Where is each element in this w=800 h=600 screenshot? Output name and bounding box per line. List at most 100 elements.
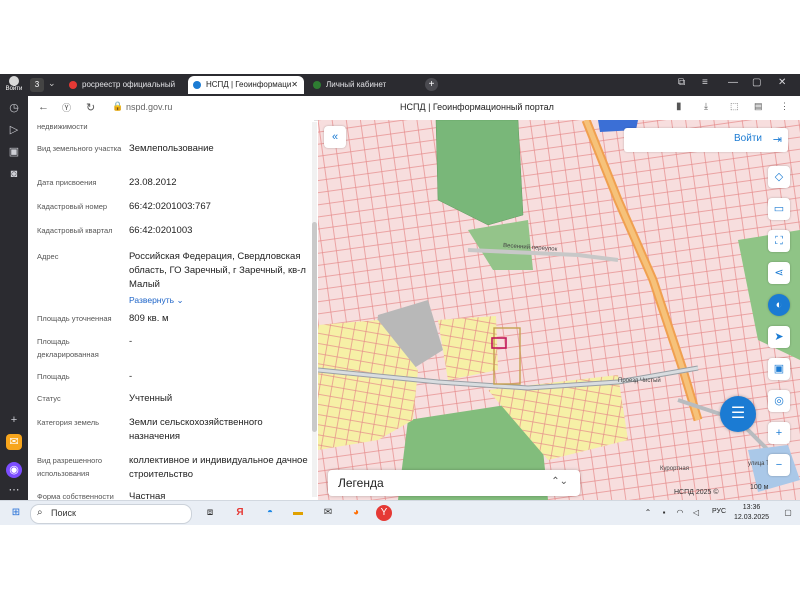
field-label: Кадастровый номер xyxy=(37,202,108,211)
expand-link-label: Развернуть xyxy=(129,295,175,305)
chevron-down-icon[interactable]: ⌄ xyxy=(48,78,56,89)
field-label: Категория земель xyxy=(37,418,100,427)
tab-title: росреестр официальный xyxy=(82,80,176,89)
maximize-icon[interactable]: ▢ xyxy=(752,77,761,88)
address-bar: ← Ⓨ ↻ 🔒 nspd.gov.ru НСПД | Геоинформацио… xyxy=(28,96,800,121)
field-label: Площадь декларированная xyxy=(37,337,99,359)
menu-icon[interactable]: ≡ xyxy=(702,77,708,88)
collections-icon[interactable]: ▣ xyxy=(6,144,22,160)
sidebar-login-label: Войти xyxy=(5,86,23,92)
field-value: - xyxy=(129,336,133,347)
mail-icon[interactable]: ✉ xyxy=(6,434,22,450)
language-indicator[interactable]: РУС xyxy=(712,508,726,515)
alice-icon[interactable]: ◉ xyxy=(6,462,22,478)
field-value: 23.08.2012 xyxy=(129,177,177,188)
ruler-icon[interactable]: ▭ xyxy=(768,198,790,220)
yandex-app-icon[interactable]: Я xyxy=(232,505,248,521)
task-view-icon[interactable]: ⧈ xyxy=(202,505,218,521)
close-window-icon[interactable]: ✕ xyxy=(778,77,786,88)
screen: Войти ◷ ▷ ▣ ◙ + ✉ ◉ ⋯ 3 ⌄ росреестр офиц… xyxy=(0,74,800,525)
notifications-icon[interactable]: ▢ xyxy=(780,505,796,521)
map-canvas[interactable]: Весенний переулок Проезд Чистый улица Та… xyxy=(318,120,800,500)
cadastral-map[interactable]: Весенний переулок Проезд Чистый улица Та… xyxy=(318,120,800,500)
new-tab-button[interactable]: + xyxy=(425,78,438,91)
history-icon[interactable]: ◷ xyxy=(6,100,22,116)
windows-start-icon[interactable]: ⊞ xyxy=(8,505,24,521)
download-icon[interactable]: ⤓ xyxy=(704,101,708,112)
location-icon[interactable]: ◎ xyxy=(768,390,790,412)
volume-icon[interactable]: ◁ xyxy=(688,505,704,521)
legend-label: Легенда xyxy=(338,476,384,490)
browser-sidebar: Войти ◷ ▷ ▣ ◙ + ✉ ◉ ⋯ xyxy=(0,74,28,500)
map-login-button[interactable]: Войти ⇥ xyxy=(624,128,788,152)
field-value[interactable]: 66:42:0201003 xyxy=(129,224,313,238)
field-value: коллективное и индивидуальное дачное стр… xyxy=(129,455,308,480)
apps-icon[interactable]: ⋯ xyxy=(6,482,22,498)
more-icon[interactable]: ⋮ xyxy=(780,101,789,112)
layers-icon[interactable]: ◇ xyxy=(768,166,790,188)
field-label: Кадастровый квартал xyxy=(37,226,113,235)
print-icon[interactable]: ▣ xyxy=(768,358,790,380)
navigate-icon[interactable]: ➤ xyxy=(768,326,790,348)
tab-cabinet[interactable]: Личный кабинет xyxy=(308,76,418,94)
yandex-id-icon[interactable]: Ⓨ xyxy=(62,101,71,114)
add-icon[interactable]: + xyxy=(6,412,22,428)
back-icon[interactable]: ← xyxy=(38,101,49,113)
panel-scrollbar[interactable] xyxy=(312,122,317,497)
firefox-icon[interactable]: ◕ xyxy=(348,505,364,521)
camera-icon[interactable]: ◙ xyxy=(6,166,22,182)
reload-icon[interactable]: ↻ xyxy=(86,101,95,114)
field-value: - xyxy=(129,371,133,382)
zoom-in-icon[interactable]: + xyxy=(768,422,790,444)
scrollbar-thumb[interactable] xyxy=(312,222,317,432)
tab-rosreestr[interactable]: росреестр официальный xyxy=(64,76,184,94)
collapse-panel-button[interactable]: « xyxy=(324,126,346,148)
field-label: Площадь уточненная xyxy=(37,314,112,323)
field-label: Форма собственности xyxy=(37,492,114,500)
tray-app-icon[interactable]: ▪ xyxy=(656,505,672,521)
profile-icon[interactable]: ▤ xyxy=(754,101,763,112)
field-value[interactable]: 66:42:0201003:767 xyxy=(129,200,313,214)
search-icon: ⌕ xyxy=(37,507,43,518)
close-icon[interactable]: ✕ xyxy=(291,76,298,94)
zoom-out-icon[interactable]: − xyxy=(768,454,790,476)
field-value: Учтенный xyxy=(129,393,173,404)
select-area-icon[interactable]: ⛶ xyxy=(768,230,790,252)
lock-icon: 🔒 xyxy=(112,101,124,111)
file-explorer-icon[interactable]: ▬ xyxy=(290,505,306,521)
field-value: Землепользование xyxy=(129,143,214,154)
yandex-browser-icon[interactable]: Y xyxy=(376,505,392,521)
mail-app-icon[interactable]: ✉ xyxy=(320,505,336,521)
system-clock[interactable]: 13:36 12.03.2025 xyxy=(734,503,769,523)
field-label: Вид разрешенного использования xyxy=(37,456,103,478)
minimize-icon[interactable]: — xyxy=(728,77,738,88)
bookmark-icon[interactable]: ▮ xyxy=(676,101,682,112)
chat-button[interactable]: ☰ xyxy=(720,396,756,432)
field-label: Вид земельного участка xyxy=(37,144,122,153)
tab-nspd[interactable]: НСПД | Геоинформаци ✕ xyxy=(188,76,304,94)
wifi-icon[interactable]: ◠ xyxy=(672,505,688,521)
field-value: Земли сельскохозяйственного назначения xyxy=(129,417,263,442)
tab-bar: 3 ⌄ росреестр официальный НСПД | Геоинфо… xyxy=(28,74,800,96)
field-label: Статус xyxy=(37,394,61,403)
clock-time: 13:36 xyxy=(742,504,761,511)
extensions-icon[interactable]: ⬚ xyxy=(730,101,739,112)
taskbar-search[interactable]: ⌕ Поиск xyxy=(30,504,192,524)
avatar xyxy=(9,76,19,86)
url-text: nspd.gov.ru xyxy=(126,102,173,112)
tray-chevron-icon[interactable]: ⌃ xyxy=(640,505,656,521)
play-icon[interactable]: ▷ xyxy=(6,122,22,138)
browser-counter-icon[interactable]: 3 xyxy=(30,78,44,92)
url-field[interactable]: 🔒 nspd.gov.ru НСПД | Геоинформационный п… xyxy=(110,99,690,116)
windows-taskbar: ⊞ ⌕ Поиск ⧈ Я ◓ ▬ ✉ ◕ Y ⌃ ▪ ◠ ◁ РУС 13:3… xyxy=(0,500,800,525)
bookmark-manager-icon[interactable]: ⧉ xyxy=(678,77,685,88)
tab-favicon-icon xyxy=(313,81,321,89)
field-value: Российская Федерация, Свердловская облас… xyxy=(129,251,306,290)
share-icon[interactable]: ⋖ xyxy=(768,262,790,284)
field-label: Адрес xyxy=(37,252,59,261)
sidebar-login-button[interactable]: Войти xyxy=(2,76,26,94)
edge-icon[interactable]: ◓ xyxy=(262,505,278,521)
legend-dropdown[interactable]: Легенда ⌃⌄ xyxy=(328,470,580,496)
assistant-icon[interactable]: ◐ xyxy=(768,294,790,316)
expand-link[interactable]: Развернуть ⌄ xyxy=(129,293,313,307)
